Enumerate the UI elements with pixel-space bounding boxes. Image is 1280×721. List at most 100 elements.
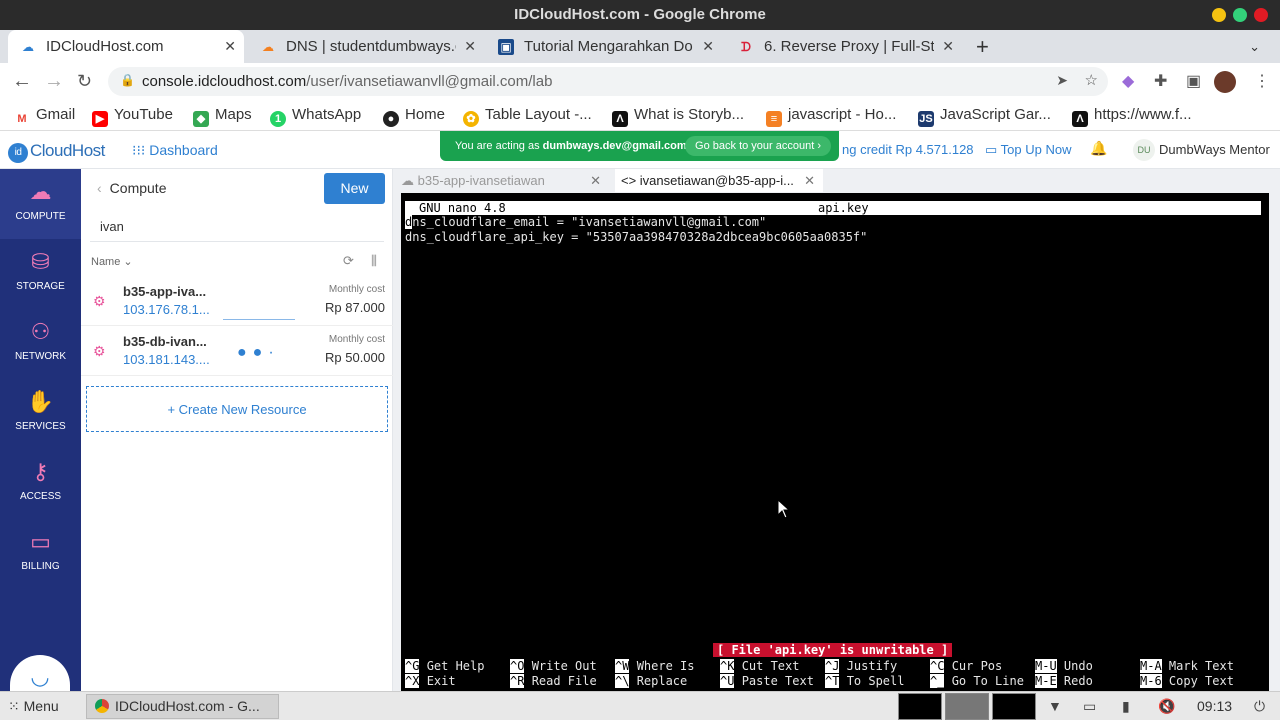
search-input[interactable]: ivan (90, 212, 384, 242)
maximize-button[interactable] (1233, 8, 1247, 22)
resource-ip[interactable]: 103.181.143.... (123, 352, 210, 367)
url-text: console.idcloudhost.com/user/ivansetiawa… (142, 67, 552, 96)
breadcrumb[interactable]: ‹ Compute (97, 180, 166, 196)
bookmark-storybook[interactable]: Λ What is Storyb... (612, 100, 744, 130)
impersonation-banner: You are acting as dumbways.dev@gmail.com… (440, 131, 839, 161)
taskbar-chrome-window[interactable]: IDCloudHost.com - G... (86, 694, 279, 719)
cloudhost-logo[interactable]: id CloudHost (8, 141, 105, 163)
shortcut: ^K Cut Text (720, 659, 799, 674)
bookmark-star-icon[interactable]: ☆ (1085, 71, 1098, 89)
bookmark-javascript-gar[interactable]: JS JavaScript Gar... (918, 100, 1051, 130)
new-tab-icon[interactable]: + (976, 30, 989, 63)
forward-icon[interactable]: → (44, 63, 64, 100)
nav-label: COMPUTE (15, 211, 66, 222)
tab-idcloudhost[interactable]: ☁ IDCloudHost.com ✕ (8, 30, 244, 63)
stackoverflow-icon: ≡ (766, 111, 782, 127)
memory-graph (945, 693, 989, 720)
clock: 09:13 (1197, 698, 1233, 714)
shortcut-key: ^O (510, 659, 525, 673)
close-tab-icon[interactable]: ✕ (702, 30, 714, 63)
nav-label: SERVICES (15, 421, 66, 432)
create-resource-button[interactable]: + Create New Resource (86, 386, 388, 432)
bookmark-javascript-ho[interactable]: ≡ javascript - Ho... (766, 100, 896, 130)
shortcut-label: Exit (426, 674, 456, 688)
back-icon[interactable]: ← (12, 63, 32, 100)
terminal-tab-label: b35-app-ivansetiawan (417, 173, 545, 188)
go-back-button[interactable]: Go back to your account › (685, 136, 831, 156)
address-bar[interactable]: 🔒 console.idcloudhost.com/user/ivansetia… (108, 67, 1108, 96)
shortcut-label: Justify (846, 659, 898, 673)
extension-icon[interactable]: ◆ (1122, 63, 1134, 100)
puzzle-icon[interactable]: ✚ (1154, 63, 1167, 100)
tab-tutorial[interactable]: ▣ Tutorial Mengarahkan Do ✕ (486, 30, 722, 63)
terminal-tab-ssh[interactable]: <> ivansetiawan@b35-app-i... ✕ (615, 169, 823, 192)
tab-search-chevron-icon[interactable]: ⌄ (1249, 30, 1260, 63)
close-window-button[interactable] (1254, 8, 1268, 22)
chrome-icon (95, 699, 109, 713)
url-path: /user/ivansetiawanvll@gmail.com/lab (306, 73, 553, 90)
shortcut: M-U Undo (1035, 659, 1093, 674)
refresh-icon[interactable]: ⟳ (343, 253, 354, 269)
bell-icon[interactable]: 🔔 (1090, 140, 1107, 157)
dashboard-link[interactable]: ⁝⁝⁝ Dashboard (132, 142, 218, 159)
close-tab-icon[interactable]: ✕ (804, 169, 815, 192)
close-tab-icon[interactable]: ✕ (224, 30, 236, 63)
wifi-icon[interactable]: ▼ (1048, 692, 1062, 721)
user-menu[interactable]: DU DumbWays Mentor (1133, 139, 1270, 161)
shortcut: ^\ Replace (615, 674, 687, 689)
tab-dns[interactable]: ☁ DNS | studentdumbways.c ✕ (248, 30, 484, 63)
drive-icon[interactable]: ▭ (1083, 692, 1096, 721)
top-up-link[interactable]: ▭ Top Up Now (985, 142, 1071, 158)
menu-dots-icon[interactable]: ⋮ (1254, 63, 1270, 100)
close-tab-icon[interactable]: ✕ (590, 169, 601, 192)
sort-by-name[interactable]: Name ⌄ (91, 255, 133, 268)
nav-services[interactable]: ✋ SERVICES (0, 379, 81, 449)
task-label: IDCloudHost.com - G... (115, 698, 260, 714)
terminal-tab-console[interactable]: ☁ b35-app-ivansetiawan ✕ (401, 169, 609, 192)
new-resource-button[interactable]: New (324, 173, 385, 204)
shortcut-key: M-E (1035, 674, 1057, 688)
resource-ip[interactable]: 103.176.78.1... (123, 302, 210, 317)
close-tab-icon[interactable]: ✕ (942, 30, 954, 63)
side-panel-icon[interactable]: ▣ (1186, 63, 1201, 100)
storybook-icon: Λ (612, 111, 628, 127)
battery-icon[interactable]: ▮ (1122, 692, 1130, 721)
nav-network[interactable]: ⚇ NETWORK (0, 309, 81, 379)
bookmark-whatsapp[interactable]: 1 WhatsApp (270, 100, 361, 130)
resource-list-panel: ‹ Compute New ivan Name ⌄ ⟳ ⫼ ⚙ b35-app-i… (81, 169, 393, 691)
nav-access[interactable]: ⚷ ACCESS (0, 449, 81, 519)
breadcrumb-label: Compute (109, 180, 167, 196)
bookmark-maps[interactable]: ◆ Maps (193, 100, 252, 130)
bookmark-home[interactable]: ● Home (383, 100, 445, 130)
nav-billing[interactable]: ▭ BILLING (0, 519, 81, 589)
profile-avatar[interactable] (1214, 71, 1236, 93)
close-tab-icon[interactable]: ✕ (464, 30, 476, 63)
bookmarks-bar: M Gmail ▶ YouTube ◆ Maps 1 WhatsApp ● Home ✿ T… (0, 100, 1280, 131)
shortcut: M-A Mark Text (1140, 659, 1234, 674)
reload-icon[interactable]: ↻ (77, 63, 92, 100)
start-menu-button[interactable]: ⁙ Menu (8, 692, 59, 721)
nav-compute[interactable]: ☁ COMPUTE (0, 169, 81, 239)
nav-storage[interactable]: ⛁ STORAGE (0, 239, 81, 309)
resource-row[interactable]: ⚙ b35-app-iva... 103.176.78.1... Monthly… (81, 276, 393, 326)
bookmark-label: What is Storyb... (634, 106, 745, 123)
bookmark-table-layout[interactable]: ✿ Table Layout -... (463, 100, 592, 130)
chevron-left-icon: ‹ (97, 180, 102, 196)
ubuntu-icon: ⚙ (93, 293, 106, 309)
bookmark-youtube[interactable]: ▶ YouTube (92, 100, 173, 130)
shortcut-key: ^X (405, 674, 420, 688)
terminal-screen[interactable]: GNU nano 4.8 api.key dns_cloudflare_emai… (401, 193, 1269, 691)
bookmark-https[interactable]: Λhttps://www.f... (1072, 100, 1192, 130)
tab-reverse-proxy[interactable]: ᗪ 6. Reverse Proxy | Full-Sta ✕ (726, 30, 962, 63)
mute-icon[interactable]: 🔇 (1158, 692, 1175, 721)
bookmark-gmail[interactable]: M Gmail (14, 100, 75, 130)
tab-title: Tutorial Mengarahkan Do (524, 38, 693, 55)
minimize-button[interactable] (1212, 8, 1226, 22)
tab-title: 6. Reverse Proxy | Full-Sta (764, 38, 934, 55)
gmail-icon: M (14, 111, 30, 127)
resource-row[interactable]: ⚙ b35-db-ivan... 103.181.143.... ●●· Mon… (81, 326, 393, 376)
power-icon[interactable]: ⏻ (1254, 692, 1265, 721)
filter-icon[interactable]: ⫼ (371, 253, 377, 269)
bookmark-label: Maps (215, 106, 252, 123)
share-icon[interactable]: ➤ (1056, 72, 1068, 89)
